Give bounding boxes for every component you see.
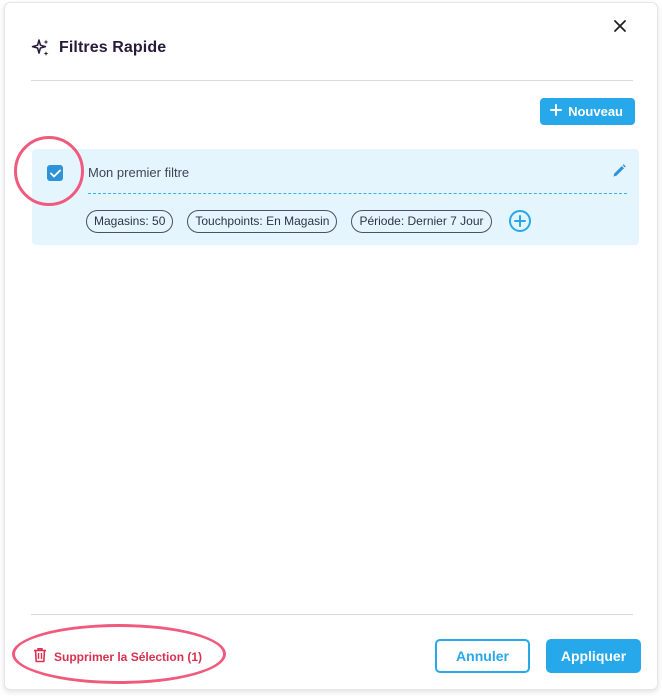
- filter-chips: Magasins: 50 Touchpoints: En Magasin Pér…: [86, 209, 532, 233]
- delete-selection-label: Supprimer la Sélection (1): [54, 649, 203, 664]
- dialog-title: Filtres Rapide: [59, 39, 167, 56]
- sparkle-icon: [31, 38, 51, 58]
- close-icon: [613, 19, 627, 38]
- filter-checkbox[interactable]: [47, 165, 63, 181]
- filter-name: Mon premier filtre: [88, 165, 190, 180]
- new-filter-label: Nouveau: [568, 104, 623, 119]
- plus-circle-icon[interactable]: [508, 209, 532, 233]
- plus-icon: [550, 104, 563, 119]
- close-button[interactable]: [609, 17, 631, 39]
- dialog-header: Filtres Rapide: [31, 35, 631, 61]
- delete-selection-button[interactable]: Supprimer la Sélection (1): [33, 647, 202, 666]
- apply-button[interactable]: Appliquer: [546, 639, 641, 673]
- filter-card: Mon premier filtre Magasins: 50 Touchpoi…: [32, 149, 639, 245]
- pencil-icon[interactable]: [611, 163, 627, 179]
- header-divider: [31, 80, 633, 81]
- chip-stores[interactable]: Magasins: 50: [86, 209, 174, 233]
- new-filter-button[interactable]: Nouveau: [540, 98, 635, 125]
- footer-divider: [31, 614, 633, 615]
- check-icon: [49, 169, 61, 177]
- filter-separator: [88, 193, 627, 194]
- quick-filters-dialog: Filtres Rapide Nouveau Mon premier filtr…: [4, 2, 658, 690]
- chip-touchpoints[interactable]: Touchpoints: En Magasin: [187, 209, 338, 233]
- chip-period[interactable]: Période: Dernier 7 Jour: [351, 209, 492, 233]
- cancel-button[interactable]: Annuler: [435, 639, 530, 673]
- trash-icon: [33, 647, 47, 666]
